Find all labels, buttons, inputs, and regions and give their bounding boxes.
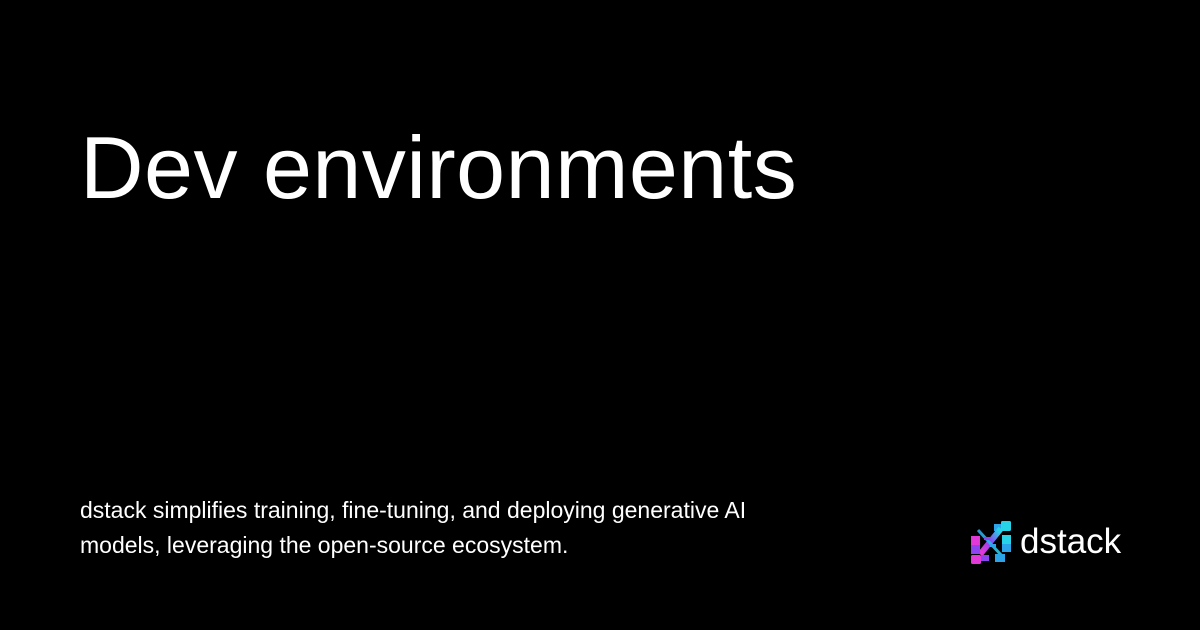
description-text: dstack simplifies training, fine-tuning,… [80,497,747,558]
dstack-logo-icon [971,521,1011,564]
page-title: Dev environments [80,118,798,217]
social-card: Dev environments dstack simplifies train… [0,0,1200,630]
brand-name: dstack [1020,522,1122,561]
brand-logo: dstack [968,518,1121,566]
